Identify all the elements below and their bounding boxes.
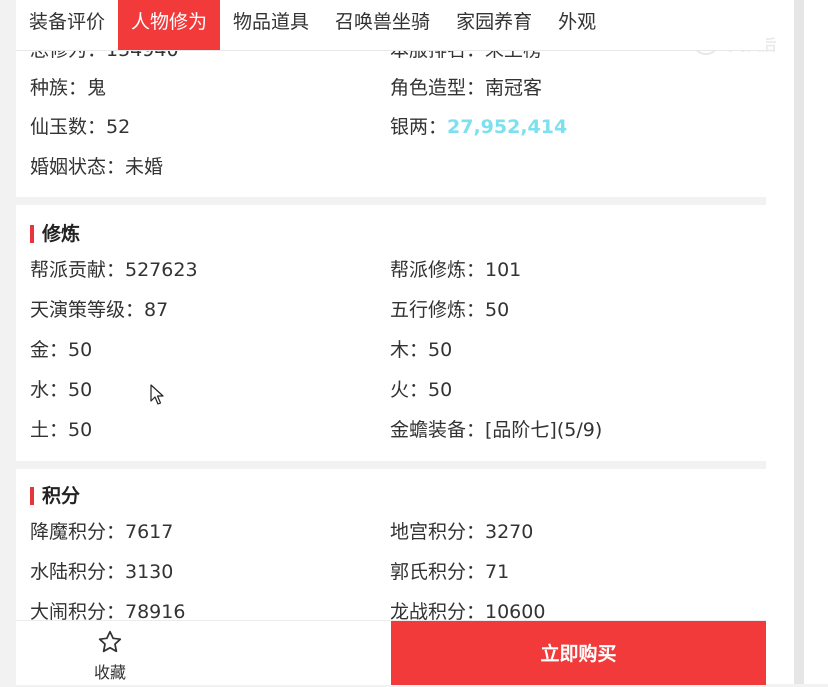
element-earth: 土：50 bbox=[30, 419, 93, 441]
favorite-button[interactable]: 收藏 bbox=[76, 629, 144, 683]
tab-items[interactable]: 物品道具 bbox=[220, 0, 322, 50]
guild-cultivation: 帮派修炼：101 bbox=[390, 259, 522, 281]
points-row: 降魔积分：7617 地宫积分：3270 bbox=[30, 520, 760, 544]
shuilu-points: 水陆积分：3130 bbox=[30, 561, 174, 583]
section-title-points: 积分 bbox=[30, 483, 80, 509]
palace-points: 地宫积分：3270 bbox=[390, 521, 534, 543]
cultivation-row: 天演策等级：87 五行修炼：50 bbox=[30, 298, 760, 322]
favorite-label: 收藏 bbox=[93, 663, 126, 682]
tab-bar: 装备评价 人物修为 物品道具 召唤兽坐骑 家园养育 外观 bbox=[16, 0, 766, 51]
marriage-field: 婚姻状态：未婚 bbox=[30, 156, 164, 178]
five-elements-cultivation: 五行修炼：50 bbox=[390, 299, 510, 321]
tab-equipment-rating[interactable]: 装备评价 bbox=[16, 0, 118, 50]
element-wood: 木：50 bbox=[390, 339, 453, 361]
points-row: 水陆积分：3130 郭氏积分：71 bbox=[30, 560, 760, 584]
tab-pets-mounts[interactable]: 召唤兽坐骑 bbox=[322, 0, 443, 50]
tianyance-level: 天演策等级：87 bbox=[30, 299, 169, 321]
mouse-cursor-icon bbox=[150, 384, 164, 405]
section-title-cultivation: 修炼 bbox=[30, 221, 80, 247]
jade-field: 仙玉数：52 bbox=[30, 116, 131, 138]
basic-row-marriage: 婚姻状态：未婚 bbox=[30, 155, 760, 179]
cultivation-row: 金：50 木：50 bbox=[30, 338, 760, 362]
silver-value: 27,952,414 bbox=[447, 116, 568, 138]
golden-toad-equipment: 金蟾装备：[品阶七](5/9) bbox=[390, 419, 603, 441]
element-metal: 金：50 bbox=[30, 339, 93, 361]
silver-field: 银两：27,952,414 bbox=[390, 116, 568, 138]
cultivation-row: 帮派贡献：527623 帮派修炼：101 bbox=[30, 258, 760, 282]
basic-row-jade: 仙玉数：52 银两：27,952,414 bbox=[30, 115, 760, 139]
element-fire: 火：50 bbox=[390, 379, 453, 401]
cultivation-card: 修炼 帮派贡献：527623 帮派修炼：101 天演策等级：87 五行修炼：50… bbox=[16, 205, 766, 461]
tab-character-cultivation[interactable]: 人物修为 bbox=[118, 0, 221, 50]
cultivation-row: 水：50 火：50 bbox=[30, 378, 760, 402]
demon-points: 降魔积分：7617 bbox=[30, 521, 174, 543]
content-area: 总修为：154940 本服排名：未上榜 种族：鬼 角色造型：南冠客 仙玉数：52… bbox=[16, 0, 766, 684]
star-icon bbox=[98, 630, 122, 653]
tab-appearance[interactable]: 外观 bbox=[545, 0, 609, 50]
tab-home[interactable]: 家园养育 bbox=[443, 0, 545, 50]
basic-row-race: 种族：鬼 角色造型：南冠客 bbox=[30, 76, 760, 100]
guoshi-points: 郭氏积分：71 bbox=[390, 561, 510, 583]
character-model-field: 角色造型：南冠客 bbox=[390, 77, 543, 99]
buy-now-button[interactable]: 立即购买 bbox=[391, 621, 766, 685]
race-field: 种族：鬼 bbox=[30, 77, 107, 99]
scrollbar-gutter bbox=[766, 0, 828, 684]
element-water: 水：50 bbox=[30, 379, 93, 401]
guild-contribution: 帮派贡献：527623 bbox=[30, 259, 198, 281]
bottom-action-bar: 收藏 立即购买 bbox=[16, 620, 766, 685]
scrollbar-track[interactable] bbox=[794, 0, 804, 684]
cultivation-row: 土：50 金蟾装备：[品阶七](5/9) bbox=[30, 418, 760, 442]
